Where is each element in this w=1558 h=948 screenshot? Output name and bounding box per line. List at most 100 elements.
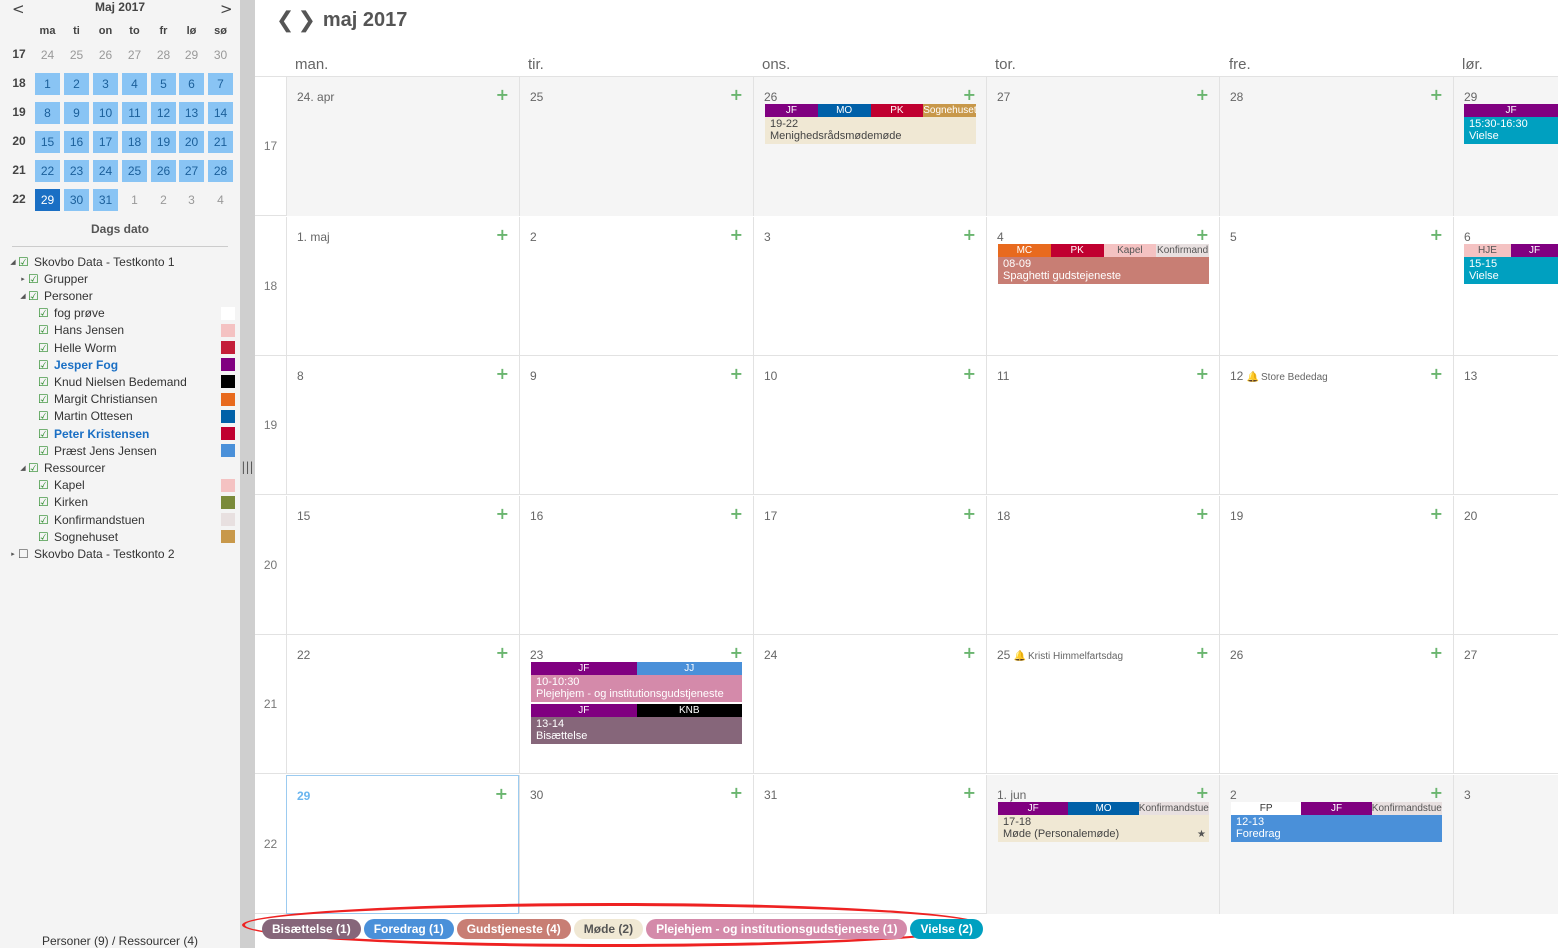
checkbox-checked-icon[interactable]: ☑ [38,530,51,544]
day-cell[interactable]: 5 + [1219,216,1453,356]
checkbox-checked-icon[interactable]: ☑ [38,341,51,355]
add-event-icon[interactable]: + [963,85,976,104]
mini-day[interactable]: 2 [151,189,176,211]
next-month-button[interactable]: ❯ [297,8,315,33]
tree-item[interactable]: ▸ ☐ Skovbo Data - Testkonto 2 [8,545,174,562]
add-event-icon[interactable]: + [963,225,976,244]
checkbox-checked-icon[interactable]: ☑ [28,289,41,303]
mini-prev-month-button[interactable]: < [12,0,25,18]
add-event-icon[interactable]: + [730,85,743,104]
legend-chip[interactable]: Foredrag (1) [363,919,454,939]
add-event-icon[interactable]: + [730,504,743,523]
add-event-icon[interactable]: + [495,784,508,803]
mini-day[interactable]: 24 [93,160,118,182]
tree-item[interactable]: ☑ Kirken [38,494,88,511]
day-cell[interactable]: 28 + [1219,77,1453,216]
day-cell[interactable]: 16 + [519,495,753,635]
tree-item[interactable]: ▸ ☑ Grupper [18,270,88,287]
checkbox-checked-icon[interactable]: ☑ [38,392,51,406]
day-cell[interactable]: 18 + [986,495,1219,635]
tree-item[interactable]: ☑ Kapel [38,477,85,494]
day-cell[interactable]: 26 + [1219,635,1453,774]
add-event-icon[interactable]: + [496,85,509,104]
mini-day[interactable]: 3 [179,189,204,211]
add-event-icon[interactable]: + [963,783,976,802]
mini-day[interactable]: 23 [64,160,89,182]
add-event-icon[interactable]: + [1430,225,1443,244]
day-cell[interactable]: 3 + [753,216,986,356]
legend-chip[interactable]: Bisættelse (1) [262,919,361,939]
checkbox-checked-icon[interactable]: ☑ [38,513,51,527]
checkbox-checked-icon[interactable]: ☑ [38,478,51,492]
expand-arrow-icon[interactable]: ▸ [18,275,28,283]
add-event-icon[interactable]: + [1430,783,1443,802]
day-cell[interactable]: 4 + MC PK Kapel Konfirmand 08-09 Spaghetti guds… [986,216,1219,356]
checkbox-checked-icon[interactable]: ☑ [38,306,51,320]
day-cell[interactable]: 26 + JF MO PK Sognehuset 19-22 Menighedsrådsmød… [753,77,986,216]
mini-day[interactable]: 4 [122,73,147,95]
mini-day[interactable]: 28 [208,160,233,182]
add-event-icon[interactable]: + [730,364,743,383]
tree-item[interactable]: ☑ Hans Jensen [38,322,124,339]
day-cell[interactable]: 29 + [286,774,519,914]
today-link[interactable]: Dags dato [40,222,200,236]
mini-day[interactable]: 27 [179,160,204,182]
day-cell[interactable]: 24 + [753,635,986,774]
tree-item[interactable]: ☑ Martin Ottesen [38,408,133,425]
mini-day[interactable]: 7 [208,73,233,95]
mini-day[interactable]: 20 [179,131,204,153]
splitter-grip-icon[interactable]: ||| [241,458,254,476]
add-event-icon[interactable]: + [730,783,743,802]
day-cell[interactable]: 22 + [286,635,519,774]
day-cell[interactable]: 27 [1453,635,1558,774]
day-cell[interactable]: 27 + [986,77,1219,216]
day-cell[interactable]: 29 JF 15:30-16:30 Vielse [1453,77,1558,216]
mini-day[interactable]: 24 [35,44,60,66]
tree-item[interactable]: ☑ Helle Worm [38,339,116,356]
day-cell[interactable]: 30 + [519,774,753,914]
mini-day[interactable]: 30 [64,189,89,211]
prev-month-button[interactable]: ❮ [276,8,294,33]
checkbox-checked-icon[interactable]: ☑ [38,495,51,509]
add-event-icon[interactable]: + [496,504,509,523]
calendar-event[interactable]: MC PK Kapel Konfirmand 08-09 Spaghetti gudste… [998,243,1209,284]
day-cell[interactable]: 3 [1453,774,1558,914]
add-event-icon[interactable]: + [496,364,509,383]
mini-day[interactable]: 18 [122,131,147,153]
day-cell[interactable]: 19 + [1219,495,1453,635]
checkbox-unchecked-icon[interactable]: ☐ [18,547,31,561]
tree-item[interactable]: ☑ Konfirmandstuen [38,511,145,528]
checkbox-checked-icon[interactable]: ☑ [38,444,51,458]
day-cell[interactable]: 25 + [519,77,753,216]
tree-item[interactable]: ☑ Knud Nielsen Bedemand [38,373,187,390]
calendar-event[interactable]: FP JF Konfirmandstue 12-13 Foredrag [1231,801,1442,842]
mini-day[interactable]: 12 [151,102,176,124]
day-cell[interactable]: 25 🔔 Kristi Himmelfartsdag + [986,635,1219,774]
add-event-icon[interactable]: + [1196,364,1209,383]
add-event-icon[interactable]: + [1196,783,1209,802]
collapse-arrow-icon[interactable]: ◢ [18,464,28,472]
add-event-icon[interactable]: + [963,643,976,662]
add-event-icon[interactable]: + [1430,364,1443,383]
tree-item[interactable]: ◢ ☑ Skovbo Data - Testkonto 1 [8,253,174,270]
day-cell[interactable]: 23 + JF JJ 10-10:30 Plejehjem - og institutio… [519,635,753,774]
add-event-icon[interactable]: + [496,643,509,662]
expand-arrow-icon[interactable]: ▸ [8,550,18,558]
add-event-icon[interactable]: + [1196,643,1209,662]
day-cell[interactable]: 11 + [986,356,1219,495]
day-cell[interactable]: 31 + [753,774,986,914]
day-cell[interactable]: 1. jun + JF MO Konfirmandstue 17-18 Møde (Pers… [986,774,1219,914]
mini-day[interactable]: 9 [64,102,89,124]
tree-item[interactable]: ☑ Præst Jens Jensen [38,442,157,459]
mini-day[interactable]: 1 [122,189,147,211]
calendar-event[interactable]: JF MO PK Sognehuset 19-22 Menighedsrådsmødemø… [765,104,976,144]
mini-day[interactable]: 31 [93,189,118,211]
day-cell[interactable]: 24. apr + [286,77,519,216]
add-event-icon[interactable]: + [1430,504,1443,523]
mini-day[interactable]: 17 [93,131,118,153]
calendar-event[interactable]: HJE JF 15-15 Vielse [1464,243,1558,284]
mini-day[interactable]: 2 [64,73,89,95]
day-cell[interactable]: 12 🔔 Store Bededag + [1219,356,1453,495]
day-cell[interactable]: 13 [1453,356,1558,495]
day-cell[interactable]: 17 + [753,495,986,635]
